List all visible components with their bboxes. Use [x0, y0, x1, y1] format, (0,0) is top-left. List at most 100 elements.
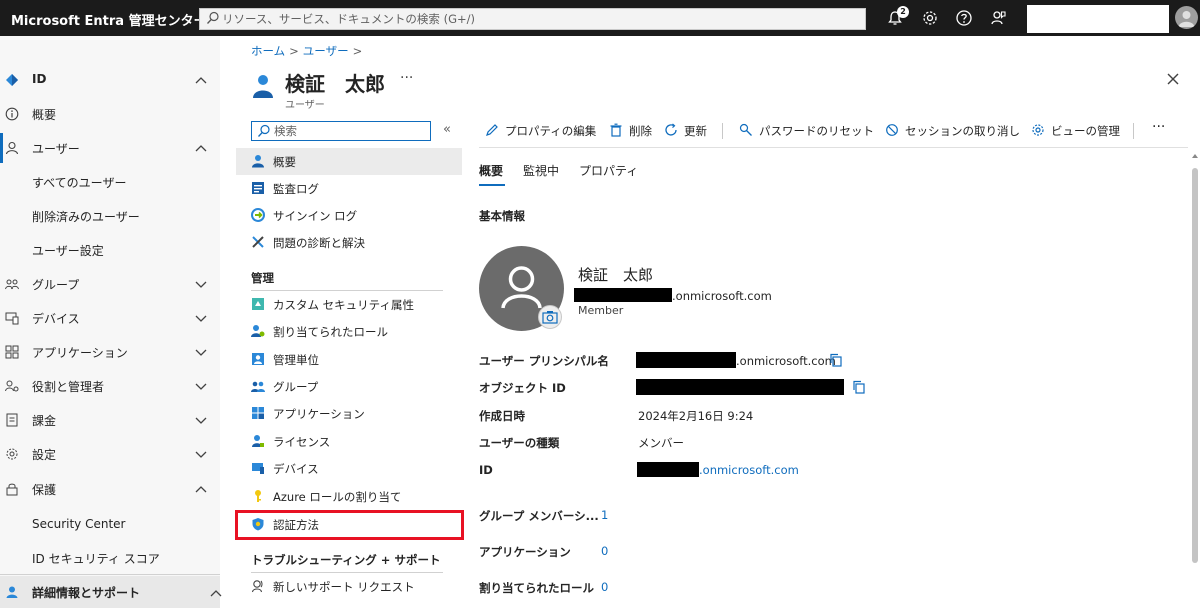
menu-item-audit-log[interactable]: 監査ログ — [236, 175, 462, 202]
menu-item-devices[interactable]: デバイス — [236, 455, 462, 482]
nav-id-secure-score-label: ID セキュリティ スコア — [32, 552, 160, 566]
lock-icon — [6, 483, 18, 496]
avatar[interactable] — [1175, 6, 1198, 29]
nav-id-secure-score[interactable]: ID セキュリティ スコア — [0, 541, 220, 575]
nav-billing[interactable]: 課金 — [0, 403, 220, 437]
nav-deleted-users-label: 削除済みのユーザー — [32, 210, 140, 224]
scrollbar-thumb[interactable] — [1192, 168, 1198, 563]
chevron-down-icon[interactable] — [194, 345, 208, 359]
nav-settings[interactable]: 設定 — [0, 437, 220, 471]
brand-title[interactable]: Microsoft Entra 管理センター — [11, 10, 207, 29]
nav-overview-label: 概要 — [32, 108, 57, 122]
close-icon[interactable] — [1164, 70, 1182, 88]
nav-billing-label: 課金 — [32, 414, 57, 428]
count-roles-key: 割り当てられたロール — [479, 581, 594, 595]
menu-item-overview[interactable]: 概要 — [236, 148, 462, 175]
breadcrumb-separator: > — [352, 44, 363, 58]
copy-icon[interactable] — [852, 380, 866, 394]
admin-unit-icon — [252, 353, 264, 365]
account-box[interactable] — [1027, 5, 1169, 33]
count-apps-value[interactable]: 0 — [601, 544, 608, 558]
edit-properties-button[interactable]: プロパティの編集 — [485, 121, 600, 141]
nav-protection[interactable]: 保護 — [0, 472, 220, 506]
menu-item-new-support-request-label: 新しいサポート リクエスト — [273, 580, 415, 594]
help-icon[interactable] — [955, 9, 973, 27]
billing-icon — [6, 413, 18, 427]
left-navigation: ID 概要 ユーザー すべてのユーザー 削除済みのユーザー ユーザー設定 グルー… — [0, 36, 223, 608]
key-icon — [255, 490, 261, 502]
device-icon — [252, 463, 264, 474]
menu-item-assigned-roles[interactable]: 割り当てられたロール — [236, 318, 462, 345]
redacted-block — [574, 288, 672, 302]
manage-view-label: ビューの管理 — [1051, 124, 1120, 138]
delete-button[interactable]: 削除 — [609, 121, 654, 141]
chevron-up-icon[interactable] — [194, 141, 208, 155]
nav-id[interactable]: ID — [0, 63, 220, 97]
tab-properties[interactable]: プロパティ — [579, 162, 638, 179]
menu-item-diagnose-label: 問題の診断と解決 — [273, 236, 365, 250]
tab-monitoring[interactable]: 監視中 — [523, 162, 559, 179]
title-more-button[interactable]: ··· — [400, 70, 413, 86]
more-commands-button[interactable]: ··· — [1152, 119, 1172, 139]
nav-learn-support[interactable]: 詳細情報とサポート — [0, 576, 223, 608]
menu-item-new-support-request[interactable]: 新しいサポート リクエスト — [236, 573, 462, 600]
command-divider — [722, 123, 723, 139]
refresh-label: 更新 — [684, 124, 707, 138]
gear-icon[interactable] — [921, 9, 939, 27]
nav-learn-support-label: 詳細情報とサポート — [32, 586, 141, 600]
prop-id-value[interactable]: .onmicrosoft.com — [699, 463, 799, 477]
chevron-down-icon[interactable] — [194, 379, 208, 393]
nav-all-users[interactable]: すべてのユーザー — [0, 165, 220, 199]
menu-item-applications[interactable]: アプリケーション — [236, 400, 462, 427]
copy-icon[interactable] — [829, 353, 843, 367]
support-icon — [251, 580, 263, 593]
menu-search-input[interactable]: 検索 — [251, 121, 431, 141]
person-icon — [5, 141, 19, 155]
nav-roles-admins[interactable]: 役割と管理者 — [0, 369, 220, 403]
chevron-down-icon[interactable] — [194, 277, 208, 291]
tab-active-indicator — [479, 184, 505, 186]
redacted-block — [636, 352, 736, 368]
chevron-up-icon[interactable] — [209, 586, 223, 600]
reset-password-button[interactable]: パスワードのリセット — [739, 121, 874, 141]
nav-applications[interactable]: アプリケーション — [0, 335, 220, 369]
menu-item-azure-role-assignments[interactable]: Azure ロールの割り当て — [236, 483, 462, 510]
change-photo-button[interactable] — [538, 305, 562, 329]
nav-groups[interactable]: グループ — [0, 267, 220, 301]
nav-devices-label: デバイス — [32, 312, 80, 326]
menu-item-custom-security-attributes[interactable]: カスタム セキュリティ属性 — [236, 291, 462, 318]
collapse-menu-button[interactable]: « — [443, 122, 451, 137]
menu-item-custom-security-attributes-label: カスタム セキュリティ属性 — [273, 298, 414, 312]
global-search-input[interactable]: リソース、サービス、ドキュメントの検索 (G+/) — [199, 8, 866, 30]
nav-security-center[interactable]: Security Center — [0, 508, 220, 542]
breadcrumb-users[interactable]: ユーザー — [303, 44, 349, 58]
nav-user-settings[interactable]: ユーザー設定 — [0, 233, 220, 267]
count-roles-value[interactable]: 0 — [601, 580, 608, 594]
refresh-button[interactable]: 更新 — [664, 121, 709, 141]
menu-item-admin-units[interactable]: 管理単位 — [236, 346, 462, 373]
tab-overview[interactable]: 概要 — [479, 162, 503, 179]
diamond-icon — [6, 74, 18, 86]
nav-users[interactable]: ユーザー — [0, 131, 220, 165]
chevron-up-icon[interactable] — [194, 482, 208, 496]
nav-devices[interactable]: デバイス — [0, 301, 220, 335]
person-support-icon — [6, 586, 18, 598]
chevron-down-icon[interactable] — [194, 413, 208, 427]
scrollbar[interactable] — [1190, 150, 1200, 608]
chevron-down-icon[interactable] — [194, 311, 208, 325]
breadcrumb-home[interactable]: ホーム — [251, 44, 285, 58]
count-groups-value[interactable]: 1 — [601, 508, 608, 522]
feedback-icon[interactable] — [989, 9, 1007, 27]
menu-item-diagnose[interactable]: 問題の診断と解決 — [236, 229, 462, 256]
scroll-up-icon[interactable] — [1191, 152, 1199, 160]
menu-item-licenses[interactable]: ライセンス — [236, 428, 462, 455]
chevron-down-icon[interactable] — [194, 447, 208, 461]
nav-deleted-users[interactable]: 削除済みのユーザー — [0, 199, 220, 233]
menu-item-groups[interactable]: グループ — [236, 373, 462, 400]
nav-protection-label: 保護 — [32, 483, 57, 497]
revoke-sessions-button[interactable]: セッションの取り消し — [885, 121, 1020, 141]
menu-item-signin-log[interactable]: サインイン ログ — [236, 202, 462, 229]
manage-view-button[interactable]: ビューの管理 — [1031, 121, 1121, 141]
nav-overview[interactable]: 概要 — [0, 97, 220, 131]
chevron-up-icon[interactable] — [194, 73, 208, 87]
